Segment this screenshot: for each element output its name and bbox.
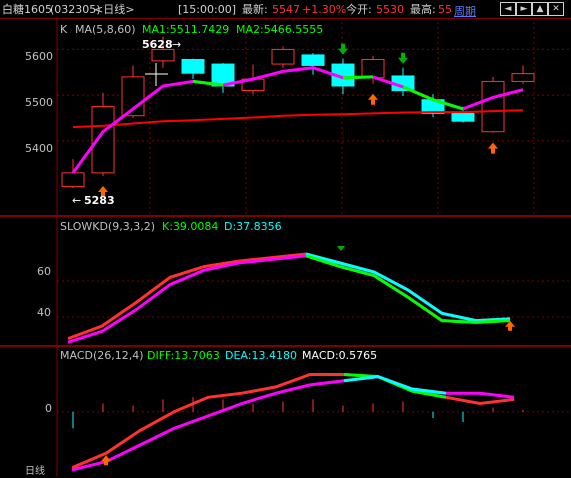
- corner-period-label: 日线: [25, 466, 45, 477]
- max-arrow-icon: →: [172, 38, 182, 51]
- macd-dea-value: DEA:13.4180: [225, 349, 297, 362]
- kd-tick-60: 60: [37, 265, 51, 278]
- macd-diff-value: DIFF:13.7063: [147, 349, 220, 362]
- macd-dea-line: [71, 375, 515, 472]
- kd-k-value: K:39.0084: [162, 220, 219, 233]
- kd-title: SLOWKD(9,3,3,2): [60, 220, 156, 233]
- candle-up: [511, 73, 535, 82]
- candle-down: [181, 58, 205, 74]
- kd-buy-arrow-icon: [505, 320, 515, 331]
- chart-canvas[interactable]: [0, 0, 571, 476]
- macd-value: MACD:0.5765: [302, 349, 378, 362]
- kd-k-line: [67, 252, 511, 341]
- buy-arrow-icon: [488, 142, 498, 154]
- macd-tick-0: 0: [45, 402, 52, 415]
- kd-sell-arrow-icon: [337, 246, 345, 251]
- candle-up: [61, 172, 85, 188]
- buy-arrow-icon: [368, 93, 378, 105]
- candle-down: [301, 54, 325, 66]
- candle-up: [271, 48, 295, 65]
- y-tick-5500: 5500: [25, 96, 53, 109]
- candle-up: [481, 80, 505, 133]
- kd-tick-40: 40: [37, 306, 51, 319]
- ma1-value: MA1:5511.7429: [142, 23, 230, 36]
- ma1-signal-segment: [342, 75, 374, 80]
- y-tick-5600: 5600: [25, 50, 53, 63]
- candle-up: [151, 48, 175, 62]
- candle-down: [451, 112, 475, 122]
- main-k-label: K: [60, 23, 68, 36]
- y-tick-5400: 5400: [25, 142, 53, 155]
- macd-title: MACD(26,12,4): [60, 349, 144, 362]
- candle-up: [361, 58, 385, 79]
- min-price-label: 5283: [84, 194, 115, 207]
- min-arrow-icon: ←: [72, 194, 82, 207]
- max-price-label: 5628: [142, 38, 173, 51]
- kd-d-line: [67, 254, 511, 344]
- ma-title: MA(5,8,60): [75, 23, 136, 36]
- kd-d-value: D:37.8356: [224, 220, 282, 233]
- ma2-value: MA2:5466.5555: [236, 23, 324, 36]
- sell-arrow-icon: [398, 52, 408, 64]
- candle-up: [91, 106, 115, 174]
- sell-arrow-icon: [338, 43, 348, 55]
